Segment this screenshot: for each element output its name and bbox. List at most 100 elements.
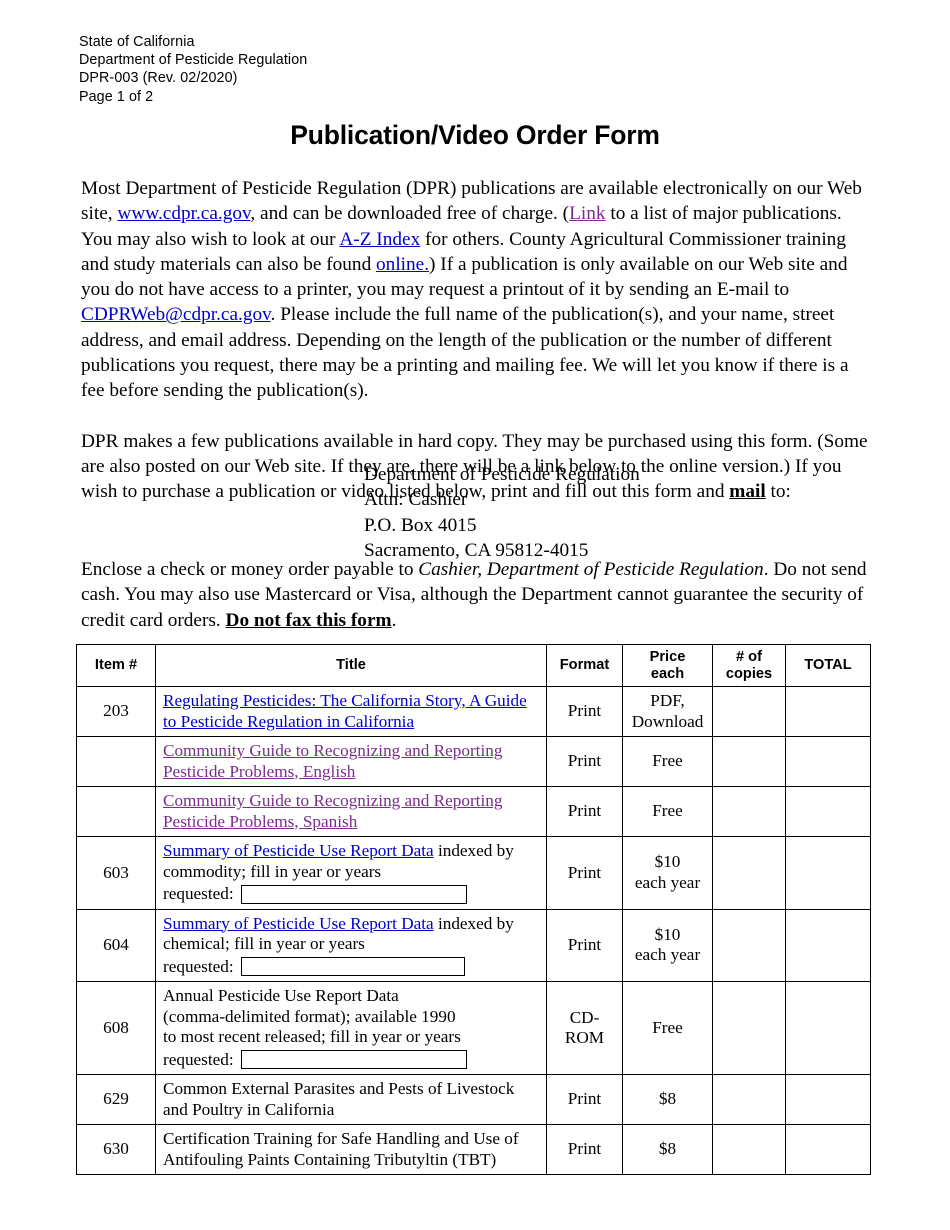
cell-title: Regulating Pesticides: The California St… [155, 686, 547, 737]
agency-header: State of California Department of Pestic… [79, 33, 307, 106]
table-row: 608 Annual Pesticide Use Report Data (co… [76, 981, 871, 1075]
cell-total[interactable] [785, 786, 871, 837]
cell-number-of-copies[interactable] [712, 686, 786, 737]
cell-item-number [76, 786, 156, 837]
emphasis-mail: mail [729, 481, 766, 503]
publication-title-link[interactable]: Summary of Pesticide Use Report Data [163, 841, 434, 860]
cell-total[interactable] [785, 686, 871, 737]
cell-total[interactable] [785, 908, 871, 982]
price-line1: PDF, [650, 691, 685, 710]
cell-format: Print [546, 836, 623, 910]
cell-format: Print [546, 786, 623, 837]
publication-title-line2: (comma-delimited format); available 1990 [163, 1006, 456, 1026]
cell-number-of-copies[interactable] [712, 786, 786, 837]
cell-format: Print [546, 736, 623, 787]
header-line-page-number: Page 1 of 2 [79, 88, 154, 105]
cell-price-each: $10 each year [622, 836, 713, 910]
table-row: 203 Regulating Pesticides: The Californi… [76, 686, 871, 737]
cell-title: Summary of Pesticide Use Report Data ind… [155, 908, 547, 982]
cell-item-number: 630 [76, 1124, 156, 1175]
year-request-row: requested: [163, 957, 540, 978]
publication-title-link[interactable]: Community Guide to Recognizing and Repor… [163, 791, 502, 831]
year-input-field-604[interactable] [240, 957, 465, 977]
publication-title-link[interactable]: Community Guide to Recognizing and Repor… [163, 741, 502, 781]
cell-format: Print [546, 908, 623, 982]
cell-title: Annual Pesticide Use Report Data (comma-… [155, 981, 547, 1075]
para3-text-1: Enclose a check or money order payable t… [81, 559, 419, 580]
format-line1: CD- [569, 1007, 600, 1027]
italic-payee-name: Cashier, Department of Pesticide Regulat… [418, 559, 764, 580]
year-request-label: requested: [163, 956, 234, 976]
cell-total[interactable] [785, 836, 871, 910]
column-header-copies-line1: # of [736, 649, 762, 665]
column-header-price-each: Price each [622, 644, 713, 687]
cell-title: Community Guide to Recognizing and Repor… [155, 786, 547, 837]
cell-title: Community Guide to Recognizing and Repor… [155, 736, 547, 787]
price-line1: $10 [654, 924, 681, 944]
cell-total[interactable] [785, 1124, 871, 1175]
cell-number-of-copies[interactable] [712, 1124, 786, 1175]
year-request-row: requested: [163, 1050, 540, 1071]
cell-number-of-copies[interactable] [712, 908, 786, 982]
link-major-publications[interactable]: Link [569, 203, 605, 224]
publication-title-line3: to most recent released; fill in year or… [163, 1027, 461, 1046]
year-input-field-603[interactable] [240, 884, 467, 904]
cell-item-number: 603 [76, 836, 156, 910]
price-line2: each year [634, 872, 701, 892]
price-line2: Download [631, 711, 704, 731]
address-line-department: Department of Pesticide Regulation [364, 464, 640, 485]
cell-price-each: PDF, Download [622, 686, 713, 737]
paragraph-payment: Enclose a check or money order payable t… [81, 557, 870, 633]
year-request-label: requested: [163, 1049, 234, 1069]
link-a-z-index[interactable]: A-Z Index [339, 229, 420, 250]
cell-number-of-copies[interactable] [712, 836, 786, 910]
publication-order-table: Item # Title Format Price each # of copi… [76, 644, 871, 1175]
year-request-label: requested: [163, 884, 234, 903]
emphasis-do-not-fax: Do not fax this form [225, 609, 392, 631]
paragraph-intro: Most Department of Pesticide Regulation … [81, 176, 870, 404]
header-line-department: Department of Pesticide Regulation [79, 52, 308, 69]
table-row: Community Guide to Recognizing and Repor… [76, 786, 871, 837]
cell-price-each: $10 each year [622, 908, 713, 982]
column-header-item-number: Item # [76, 644, 156, 687]
publication-title-link[interactable]: Regulating Pesticides: The California St… [163, 691, 527, 731]
cell-total[interactable] [785, 736, 871, 787]
link-online-materials[interactable]: online. [376, 254, 429, 275]
table-row: 630 Certification Training for Safe Hand… [76, 1124, 871, 1175]
table-body: 203 Regulating Pesticides: The Californi… [76, 686, 871, 1175]
column-header-total: TOTAL [785, 644, 871, 687]
cell-title: Common External Parasites and Pests of L… [155, 1074, 547, 1125]
cell-total[interactable] [785, 1074, 871, 1125]
column-header-price-line1: Price [649, 649, 686, 665]
cell-format: CD- ROM [546, 981, 623, 1075]
cell-title: Certification Training for Safe Handling… [155, 1124, 547, 1175]
cell-number-of-copies[interactable] [712, 736, 786, 787]
link-cdpr-website[interactable]: www.cdpr.ca.gov [117, 203, 250, 224]
cell-number-of-copies[interactable] [712, 981, 786, 1075]
document-page: State of California Department of Pestic… [0, 0, 950, 1230]
publication-title-line1: Annual Pesticide Use Report Data [163, 986, 399, 1005]
table-row: 629 Common External Parasites and Pests … [76, 1074, 871, 1125]
table-row: 604 Summary of Pesticide Use Report Data… [76, 908, 871, 982]
column-header-price-line2: each [650, 665, 685, 682]
year-input-field-608[interactable] [240, 1050, 467, 1070]
mailing-address: Department of Pesticide Regulation Attn:… [364, 462, 640, 563]
cell-format: Print [546, 686, 623, 737]
page-title: Publication/Video Order Form [290, 120, 660, 150]
table-row: Community Guide to Recognizing and Repor… [76, 736, 871, 787]
year-request-row: requested: [163, 884, 540, 905]
cell-item-number: 604 [76, 908, 156, 982]
cell-total[interactable] [785, 981, 871, 1075]
column-header-number-of-copies: # of copies [712, 644, 786, 687]
column-header-format: Format [546, 644, 623, 687]
para3-text-3: . [391, 609, 397, 631]
cell-number-of-copies[interactable] [712, 1074, 786, 1125]
link-email-cdprweb[interactable]: CDPRWeb@cdpr.ca.gov [81, 304, 271, 325]
cell-format: Print [546, 1124, 623, 1175]
body-text-area: Most Department of Pesticide Regulation … [81, 176, 870, 505]
table-header-row: Item # Title Format Price each # of copi… [76, 644, 871, 687]
para1-text-2: , and can be downloaded free of charge. … [250, 203, 570, 225]
cell-price-each: Free [622, 736, 713, 787]
header-line-form-number: DPR-003 (Rev. 02/2020) [79, 70, 238, 87]
publication-title-link[interactable]: Summary of Pesticide Use Report Data [163, 914, 434, 933]
